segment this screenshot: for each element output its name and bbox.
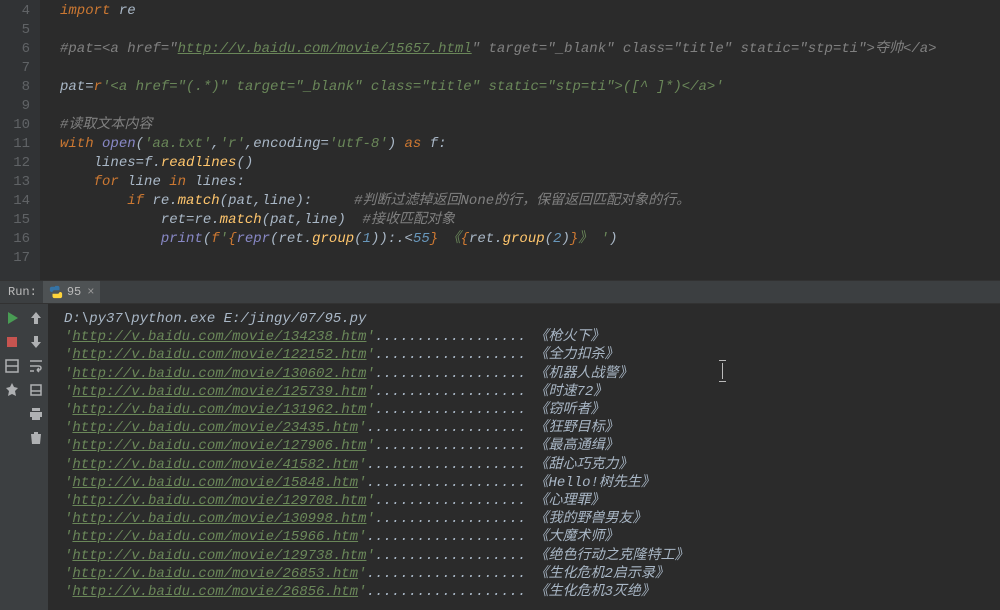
run-tab-name: 95 [67,285,81,299]
console-output[interactable]: D:\py37\python.exe E:/jingy/07/95.py 'ht… [48,304,1000,610]
run-pane: D:\py37\python.exe E:/jingy/07/95.py 'ht… [0,304,1000,610]
run-tool-column-2 [24,304,48,610]
code-area[interactable]: import re #pat=<a href="http://v.baidu.c… [40,0,1000,280]
layout-icon[interactable] [4,358,20,374]
code-editor[interactable]: 4567891011121314151617 import re #pat=<a… [0,0,1000,280]
run-label: Run: [0,285,43,299]
arrow-down-icon[interactable] [28,334,44,350]
stop-icon[interactable] [4,334,20,350]
wrap-icon[interactable] [28,358,44,374]
line-gutter: 4567891011121314151617 [0,0,40,280]
close-icon[interactable]: × [85,285,94,299]
run-tab[interactable]: 95 × [43,281,101,303]
trash-icon[interactable] [28,430,44,446]
play-icon[interactable] [4,310,20,326]
text-caret [722,363,723,379]
run-toolbar: Run: 95 × [0,280,1000,304]
run-tool-column-1 [0,304,24,610]
python-icon [49,285,63,299]
pin-icon[interactable] [4,382,20,398]
scroll-icon[interactable] [28,382,44,398]
print-icon[interactable] [28,406,44,422]
arrow-up-icon[interactable] [28,310,44,326]
